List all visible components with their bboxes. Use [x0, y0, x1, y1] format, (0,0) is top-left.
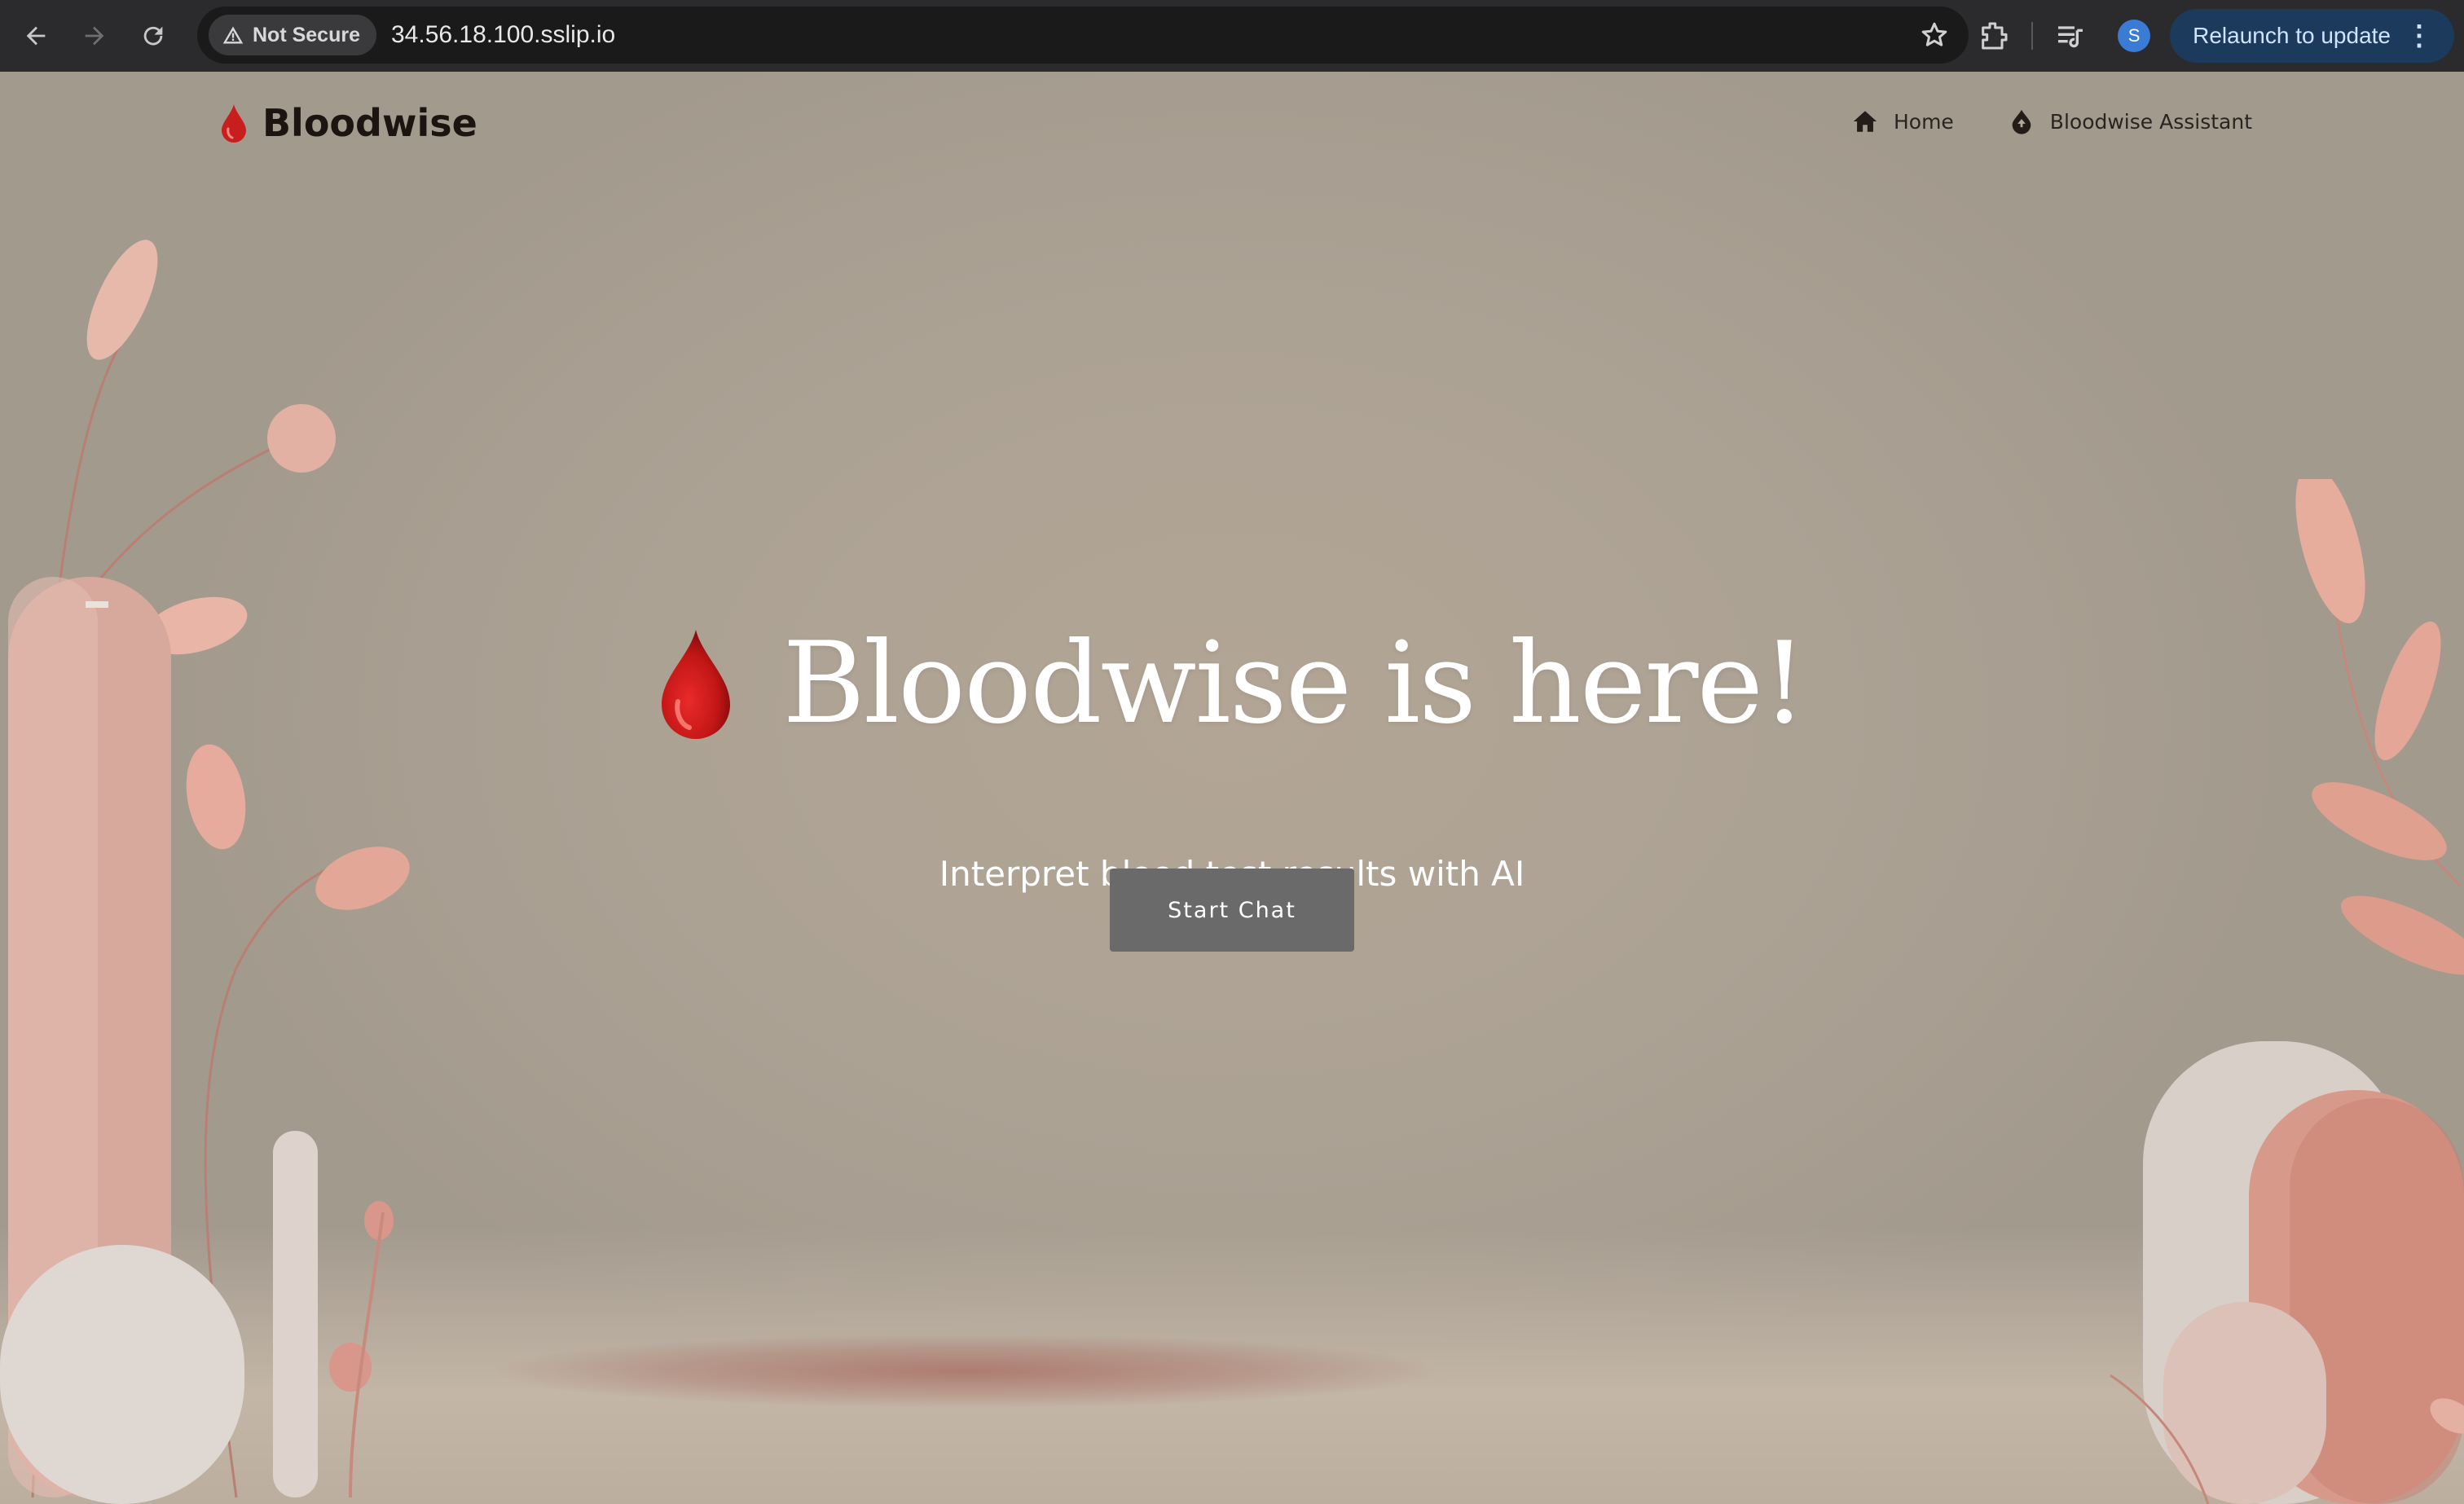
site-header: Bloodwise Home Bloodwise Assistant: [0, 72, 2464, 178]
reload-button[interactable]: [130, 13, 176, 59]
brand-name: Bloodwise: [262, 101, 477, 145]
page-viewport: Bloodwise Home Bloodwise Assistant Blood…: [0, 72, 2464, 1504]
floor-shadow: [497, 1335, 1434, 1408]
forward-arrow-icon: [85, 26, 104, 46]
warning-icon: [222, 26, 244, 44]
toolbar-divider: [2031, 22, 2034, 50]
relaunch-label: Relaunch to update: [2193, 23, 2391, 48]
security-indicator[interactable]: Not Secure: [209, 15, 376, 55]
browser-menu-icon[interactable]: ⋮: [2405, 22, 2433, 50]
nav-bloodwise-assistant[interactable]: Bloodwise Assistant: [2008, 108, 2252, 135]
blood-drop-icon: [662, 629, 731, 739]
blood-drop-up-icon: [2012, 109, 2031, 134]
url-text[interactable]: 34.56.18.100.sslip.io: [391, 21, 615, 49]
relaunch-button[interactable]: Relaunch to update ⋮: [2170, 9, 2454, 63]
brand-logo[interactable]: Bloodwise: [220, 101, 477, 145]
back-arrow-icon: [26, 26, 46, 46]
nav-assistant-label: Bloodwise Assistant: [2049, 109, 2252, 134]
star-icon[interactable]: [1920, 20, 1949, 50]
back-button[interactable]: [13, 13, 59, 59]
toolbar-actions: S Relaunch to update ⋮: [1961, 0, 2464, 72]
security-label: Not Secure: [253, 23, 360, 46]
media-queue-icon[interactable]: [2054, 20, 2087, 52]
profile-avatar[interactable]: S: [2118, 20, 2151, 52]
browser-toolbar: Not Secure 34.56.18.100.sslip.io S Relau…: [0, 0, 2464, 72]
hero-heading: Bloodwise is here!: [0, 618, 2464, 749]
blood-drop-icon: [222, 104, 246, 143]
left-plant-decoration: [0, 240, 410, 1504]
nav-home-label: Home: [1893, 109, 1954, 134]
address-bar[interactable]: Not Secure 34.56.18.100.sslip.io: [197, 7, 1969, 64]
nav-home[interactable]: Home: [1851, 108, 1954, 135]
home-icon: [1853, 111, 1877, 132]
start-chat-button[interactable]: Start Chat: [1110, 869, 1354, 952]
forward-button[interactable]: [72, 13, 117, 59]
reload-icon: [143, 26, 163, 46]
site-nav: Home Bloodwise Assistant: [1851, 108, 2252, 135]
hero-title: Bloodwise is here!: [782, 618, 1806, 749]
extensions-icon[interactable]: [1978, 20, 2010, 52]
